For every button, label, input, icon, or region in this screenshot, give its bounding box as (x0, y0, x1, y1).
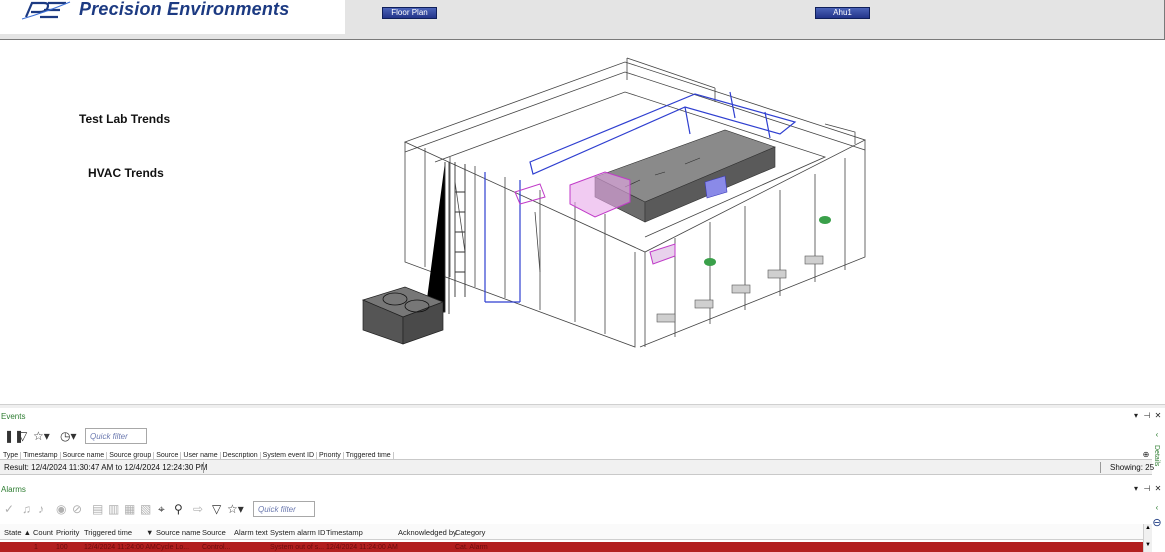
eye-icon[interactable]: ◉ (56, 502, 66, 516)
ahu1-button[interactable]: Ahu1 (815, 7, 870, 19)
status-divider (1100, 462, 1101, 473)
column-chooser-icon[interactable]: ⊕ (1141, 450, 1151, 459)
events-column-header[interactable]: Source group (107, 452, 155, 459)
acknowledge-icon[interactable]: ✓ (4, 502, 14, 516)
alarms-column-header[interactable]: System alarm ID (270, 528, 325, 537)
scroll-down-icon[interactable]: ▼ (1145, 542, 1151, 548)
alarms-column-header[interactable]: Triggered time (84, 528, 132, 537)
events-collapse-icon[interactable]: ‹ (1152, 430, 1162, 439)
company-logo: Precision Environments (0, 0, 345, 34)
arrow-icon[interactable]: ⇨ (193, 502, 203, 516)
events-status-bar: Result: 12/4/2024 11:30:47 AM to 12/4/20… (0, 459, 1155, 475)
bell-icon[interactable]: ♫ (22, 502, 31, 516)
events-column-header[interactable]: Triggered time (344, 452, 394, 459)
alarm-cell: Cycle Lo... (156, 544, 190, 551)
alarms-column-header[interactable]: Category (455, 528, 485, 537)
details-side-tab[interactable]: Details (1153, 445, 1160, 466)
alarms-column-header-label: State (4, 528, 22, 537)
alarms-collapse-icon[interactable]: ‹ (1152, 503, 1162, 512)
alarm-cell: 12/4/2024 11:24:00 AM (84, 544, 156, 551)
events-column-header[interactable]: Source (154, 452, 182, 459)
header-bar: Precision Environments Floor Plan Ahu1 (0, 0, 1165, 40)
alarm-cell: 12/4/2024 11:24:00 AM (326, 544, 398, 551)
alarms-pane-menu-icon[interactable]: ▾ (1131, 484, 1141, 493)
events-pane-pin-icon[interactable]: ⊣ (1142, 411, 1152, 420)
alarms-pane-title: Alarms (1, 485, 26, 494)
logo-text: Precision Environments (79, 0, 290, 19)
alarm-cell: 100 (56, 544, 68, 551)
events-column-header[interactable]: Source name (61, 452, 108, 459)
events-column-header[interactable]: Timestamp (21, 452, 61, 459)
alarm-cell: Control... (202, 544, 231, 551)
star-dropdown-icon[interactable]: ☆▾ (227, 502, 244, 516)
building-3d-drawing (361, 57, 867, 348)
hvac-trends-link[interactable]: HVAC Trends (88, 166, 164, 180)
scroll-up-icon[interactable]: ▲ (1145, 525, 1151, 531)
alarms-column-header[interactable]: Count (33, 528, 53, 537)
alarm-cell: Cat. Alarm (455, 544, 488, 551)
alarms-column-header-state[interactable]: State ▲ (4, 528, 31, 537)
events-column-header[interactable]: System event ID (261, 452, 318, 459)
events-result-range: Result: 12/4/2024 11:30:47 AM to 12/4/20… (4, 463, 208, 472)
app-window: Precision Environments Floor Plan Ahu1 T… (0, 0, 1165, 552)
alarms-scrollbar[interactable]: ▲ ▼ (1143, 524, 1152, 552)
events-showing-count: Showing: 25 (1110, 463, 1155, 472)
test-lab-trends-link[interactable]: Test Lab Trends (79, 112, 170, 126)
note-icon[interactable]: ▤ (92, 502, 103, 516)
alarms-column-header[interactable]: Source name (156, 528, 201, 537)
alarm-cell: System out of s... (270, 544, 325, 551)
alarm-row[interactable]: 1 100 12/4/2024 11:24:00 AM Cycle Lo... … (0, 542, 1143, 552)
logo-mark-icon (21, 1, 71, 20)
alarms-column-header[interactable]: Priority (56, 528, 79, 537)
alarms-column-header[interactable]: Timestamp (326, 528, 363, 537)
filter-icon[interactable]: ▽ (212, 502, 221, 516)
alarms-column-header[interactable]: Source (202, 528, 226, 537)
events-pane-title: Events (1, 412, 26, 421)
status-divider (203, 462, 204, 473)
events-pane-divider[interactable] (0, 404, 1165, 408)
export-icon[interactable]: ▥ (108, 502, 119, 516)
events-column-header[interactable]: User name (181, 452, 221, 459)
alarms-quick-filter-input[interactable] (253, 501, 315, 517)
alarms-column-header[interactable]: Acknowledged by (398, 528, 457, 537)
eye-off-icon[interactable]: ⊘ (72, 502, 82, 516)
events-quick-filter-input[interactable] (85, 428, 147, 444)
alarm-cell: 1 (34, 544, 38, 551)
events-column-header[interactable]: Type (1, 452, 22, 459)
events-pane-menu-icon[interactable]: ▾ (1131, 411, 1141, 420)
events-column-header[interactable]: Description (221, 452, 261, 459)
settings-panel-icon[interactable]: ⊖ (1152, 516, 1162, 529)
bell-muted-icon[interactable]: ♪ (38, 502, 44, 516)
alarms-column-header[interactable]: Alarm text (234, 528, 268, 537)
floor-plan-button[interactable]: Floor Plan (382, 7, 437, 19)
copy-icon[interactable]: ▦ (124, 502, 135, 516)
events-column-header[interactable]: Priority (317, 452, 344, 459)
alarms-pane-close-icon[interactable]: ✕ (1153, 484, 1163, 493)
star-dropdown-icon[interactable]: ☆▾ (33, 429, 50, 443)
tag-icon[interactable]: ⚲ (174, 502, 183, 516)
grid-icon[interactable]: ▧ (140, 502, 151, 516)
clock-dropdown-icon[interactable]: ◷▾ (60, 429, 77, 443)
alarms-column-headers: State ▲ Count Priority Triggered time ▼ … (0, 524, 1143, 540)
location-icon[interactable]: ⌖ (158, 502, 165, 516)
sort-desc-icon[interactable]: ▼ (146, 528, 153, 537)
filter-icon[interactable]: ▽ (18, 429, 27, 443)
alarms-pane-pin-icon[interactable]: ⊣ (1142, 484, 1152, 493)
events-pane-close-icon[interactable]: ✕ (1153, 411, 1163, 420)
